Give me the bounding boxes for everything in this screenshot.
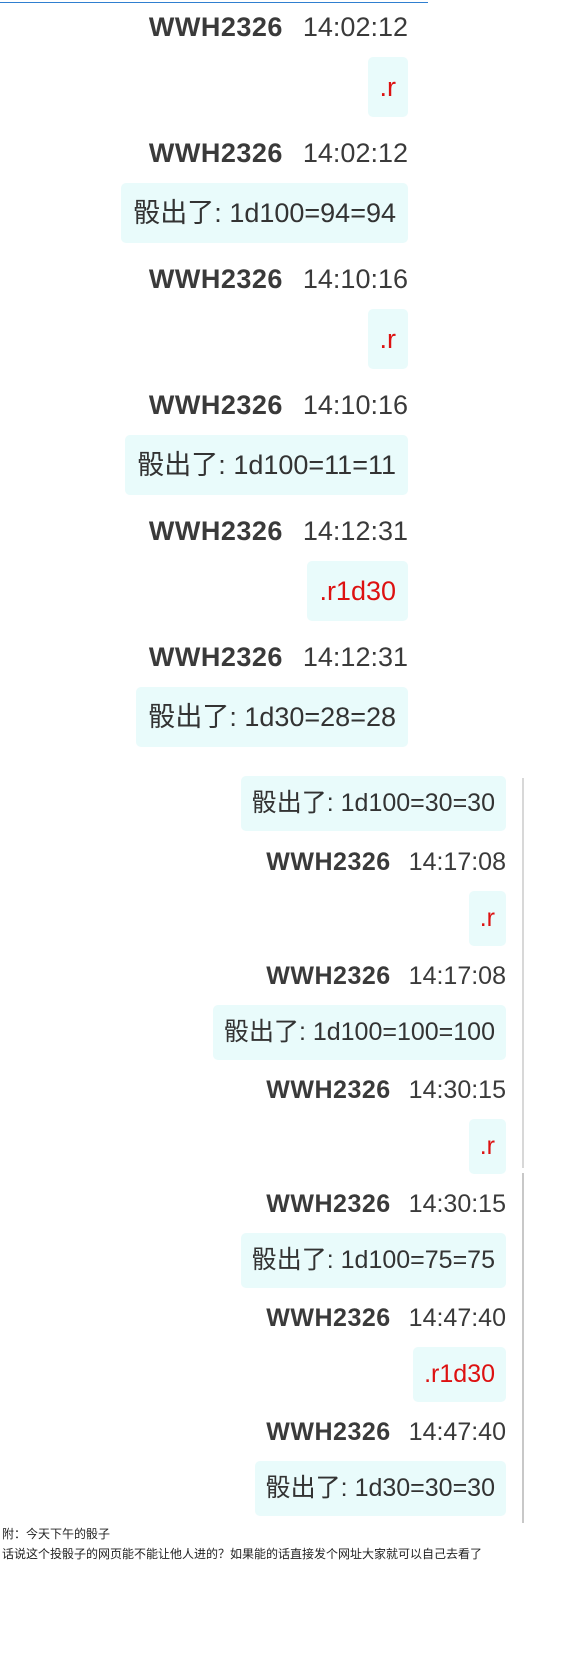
command-bubble: .r	[468, 1119, 506, 1174]
result-bubble: 骰出了: 1d100=11=11	[125, 435, 408, 495]
footer-note-2: 话说这个投骰子的网页能不能让他人进的？如果能的话直接发个网址大家就可以自己去看了	[2, 1547, 483, 1561]
chat-message: 骰出了: 1d100=30=30	[240, 776, 506, 831]
chat-screenshot-1: WWH2326 14:02:12 .r WWH2326 14:02:12 骰出了…	[0, 0, 430, 770]
chat-message: WWH2326 14:17:08 .r	[266, 848, 506, 946]
sender-name: WWH2326	[148, 390, 283, 420]
result-bubble: 骰出了: 1d100=75=75	[240, 1233, 506, 1288]
message-header: WWH2326 14:47:40	[266, 1304, 506, 1333]
command-bubble: .r1d30	[413, 1347, 506, 1402]
sender-name: WWH2326	[266, 1418, 391, 1446]
sender-name: WWH2326	[148, 12, 283, 42]
message-header: WWH2326 14:47:40	[266, 1418, 506, 1447]
message-header: WWH2326 14:12:31	[149, 516, 408, 547]
message-header: WWH2326 14:02:12	[149, 138, 408, 169]
sender-name: WWH2326	[266, 1190, 391, 1218]
sender-name: WWH2326	[148, 516, 283, 546]
scroll-edge	[522, 1173, 524, 1523]
sender-name: WWH2326	[148, 138, 283, 168]
result-bubble: 骰出了: 1d100=30=30	[240, 776, 506, 831]
message-time: 14:10:16	[302, 390, 408, 420]
message-time: 14:17:08	[408, 848, 506, 876]
message-time: 14:02:12	[302, 12, 408, 42]
command-bubble: .r	[468, 891, 506, 946]
message-header: WWH2326 14:30:15	[266, 1076, 506, 1105]
chat-message: WWH2326 14:47:40 .r1d30	[266, 1304, 506, 1402]
scroll-edge	[522, 778, 524, 1168]
command-bubble: .r1d30	[307, 561, 408, 621]
message-header: WWH2326 14:12:31	[149, 642, 408, 673]
chat-message: WWH2326 14:47:40 骰出了: 1d30=30=30	[254, 1418, 506, 1516]
chat-message: WWH2326 14:12:31 骰出了: 1d30=28=28	[136, 642, 408, 747]
chat-message: WWH2326 14:30:15 .r	[266, 1076, 506, 1174]
message-header: WWH2326 14:02:12	[149, 12, 408, 43]
chat-message: WWH2326 14:02:12 .r	[149, 12, 408, 117]
footer-note-1: 附：今天下午的骰子	[2, 1527, 111, 1541]
result-bubble: 骰出了: 1d30=28=28	[136, 687, 408, 747]
chat-screenshot-2: 骰出了: 1d100=30=30 WWH2326 14:17:08 .r WWH…	[0, 776, 530, 1523]
message-header: WWH2326 14:10:16	[149, 390, 408, 421]
sender-name: WWH2326	[266, 1304, 391, 1332]
message-header: WWH2326 14:10:16	[149, 264, 408, 295]
message-header: WWH2326 14:17:08	[266, 962, 506, 991]
chat-message: WWH2326 14:17:08 骰出了: 1d100=100=100	[212, 962, 506, 1060]
message-time: 14:47:40	[408, 1418, 506, 1446]
result-bubble: 骰出了: 1d100=94=94	[121, 183, 408, 243]
message-time: 14:30:15	[408, 1076, 506, 1104]
message-time: 14:10:16	[302, 264, 408, 294]
result-bubble: 骰出了: 1d30=30=30	[254, 1461, 506, 1516]
sender-name: WWH2326	[148, 264, 283, 294]
message-time: 14:30:15	[408, 1190, 506, 1218]
message-time: 14:12:31	[302, 516, 408, 546]
sender-name: WWH2326	[266, 962, 391, 990]
result-bubble: 骰出了: 1d100=100=100	[212, 1005, 506, 1060]
message-time: 14:47:40	[408, 1304, 506, 1332]
message-time: 14:17:08	[408, 962, 506, 990]
chat-message: WWH2326 14:02:12 骰出了: 1d100=94=94	[121, 138, 408, 243]
sender-name: WWH2326	[148, 642, 283, 672]
message-header: WWH2326 14:17:08	[266, 848, 506, 877]
chat-message: WWH2326 14:12:31 .r1d30	[149, 516, 408, 621]
sender-name: WWH2326	[266, 848, 391, 876]
command-bubble: .r	[367, 309, 408, 369]
message-time: 14:12:31	[302, 642, 408, 672]
chat-message: WWH2326 14:30:15 骰出了: 1d100=75=75	[240, 1190, 506, 1288]
message-time: 14:02:12	[302, 138, 408, 168]
command-bubble: .r	[367, 57, 408, 117]
sender-name: WWH2326	[266, 1076, 391, 1104]
chat-message: WWH2326 14:10:16 .r	[149, 264, 408, 369]
chat-message: WWH2326 14:10:16 骰出了: 1d100=11=11	[125, 390, 408, 495]
message-header: WWH2326 14:30:15	[266, 1190, 506, 1219]
